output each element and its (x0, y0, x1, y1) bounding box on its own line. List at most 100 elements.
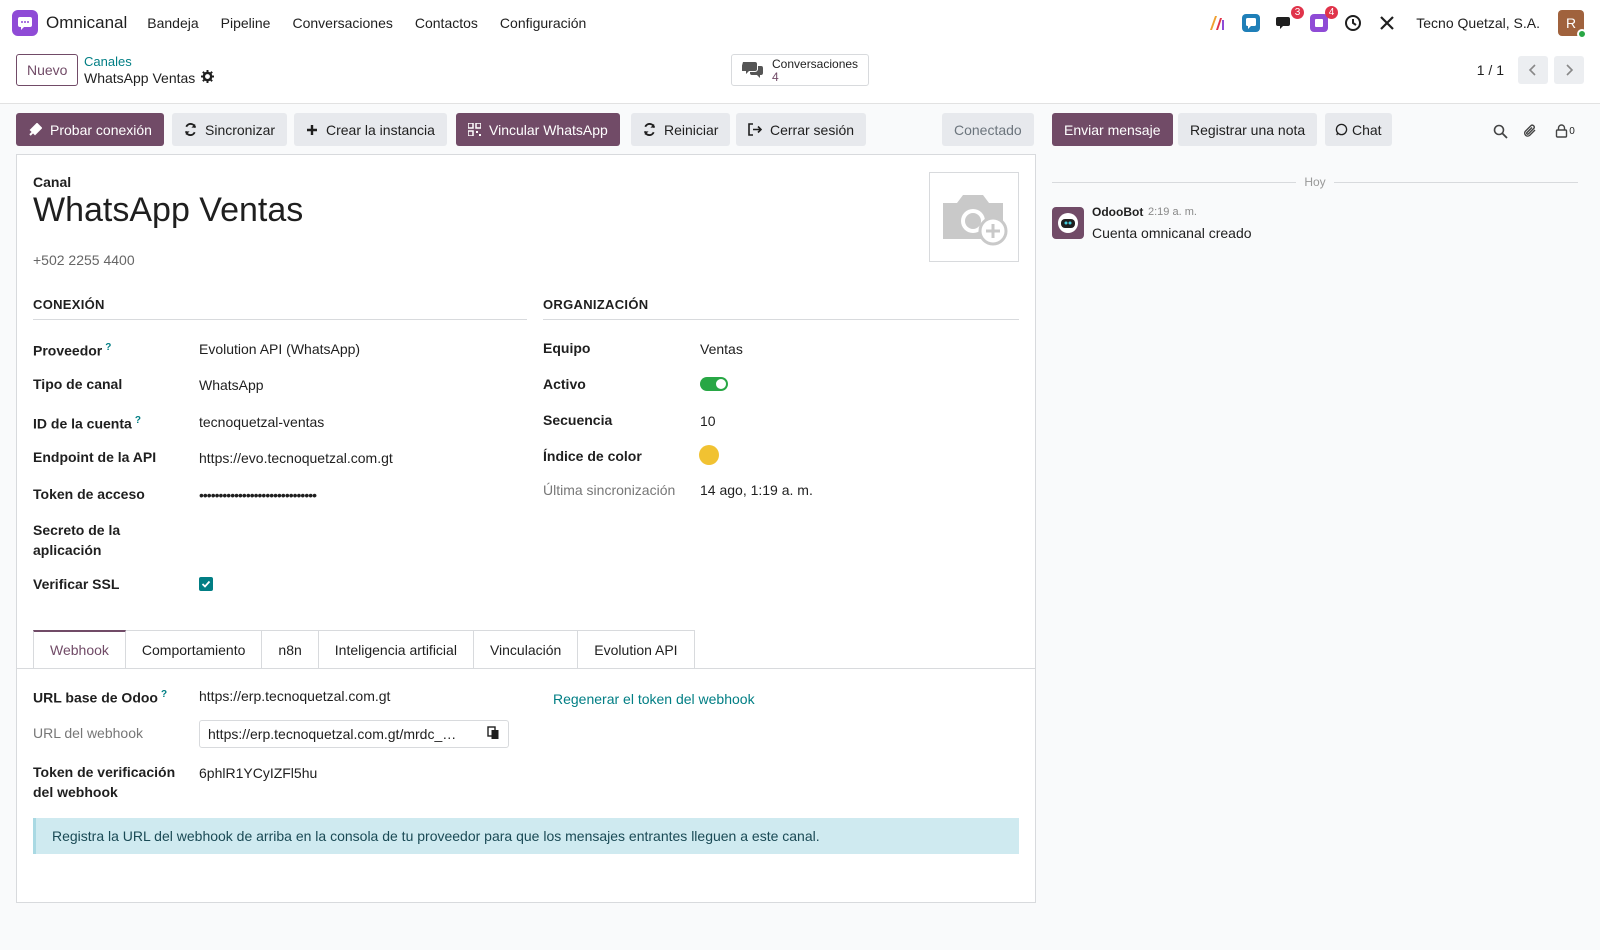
camera-plus-icon (943, 195, 1008, 246)
chevron-right-icon (1566, 64, 1574, 76)
api-endpoint-label: Endpoint de la API (33, 449, 157, 465)
image-upload[interactable] (929, 172, 1019, 262)
verify-token-label-line1: Token de verificación (33, 764, 176, 780)
team-field[interactable]: Ventas (700, 339, 743, 359)
sync-label: Sincronizar (205, 121, 276, 138)
breadcrumb-parent[interactable]: Canales (84, 54, 132, 69)
color-index-label: Índice de color (543, 448, 642, 464)
discuss-icon[interactable]: 3 (1274, 6, 1305, 34)
odoo-base-url-field[interactable]: https://erp.tecnoquetzal.com.gt (199, 686, 390, 706)
test-connection-label: Probar conexión (50, 121, 152, 138)
regenerate-token-link[interactable]: Regenerar el token del webhook (553, 691, 755, 707)
online-status-icon (1577, 29, 1587, 39)
webhook-info-alert: Registra la URL del webhook de arriba en… (33, 818, 1019, 854)
odoobot-avatar[interactable] (1052, 207, 1084, 239)
tab-evolution-api[interactable]: Evolution API (578, 630, 695, 669)
provider-label: Proveedor? (33, 342, 112, 359)
chat-button[interactable]: Chat (1325, 113, 1392, 146)
webhook-url-field[interactable]: https://erp.tecnoquetzal.com.gt/mrdc_… (199, 720, 509, 748)
user-avatar[interactable]: R (1558, 10, 1587, 39)
app-secret-field[interactable] (199, 521, 499, 541)
top-navbar: Omnicanal Bandeja Pipeline Conversacione… (0, 0, 1600, 46)
qrcode-icon (468, 123, 481, 136)
help-icon[interactable]: ? (135, 415, 141, 426)
tab-linking[interactable]: Vinculación (473, 630, 579, 669)
clock-icon[interactable] (1342, 12, 1364, 34)
verify-token-label-line2: del webhook (33, 784, 118, 800)
tools-icon[interactable] (1376, 12, 1398, 34)
help-icon[interactable]: ? (161, 689, 167, 700)
conversations-smart-button[interactable]: Conversaciones 4 (731, 54, 869, 86)
sync-button[interactable]: Sincronizar (172, 113, 288, 146)
status-connected[interactable]: Conectado (942, 113, 1034, 146)
restart-button[interactable]: Reiniciar (631, 113, 731, 146)
verify-ssl-checkbox[interactable] (199, 577, 213, 591)
ai-icon[interactable] (1206, 12, 1228, 34)
verify-token-field[interactable]: 6phlR1YCyIZFl5hu (199, 763, 317, 783)
pager-next-button[interactable] (1554, 56, 1584, 84)
channel-type-label: Tipo de canal (33, 376, 123, 392)
paperclip-icon[interactable] (1519, 120, 1541, 142)
organization-divider (543, 319, 1019, 320)
help-icon[interactable]: ? (105, 342, 111, 353)
copy-icon[interactable] (487, 725, 500, 743)
new-button[interactable]: Nuevo (16, 54, 79, 86)
pager-previous-button[interactable] (1518, 56, 1548, 84)
lock-icon (1556, 124, 1568, 138)
navbar-systray: 3 4 Tecno Quetzal, S.A. R (1206, 0, 1587, 46)
pager-value[interactable]: 1 / 1 (1477, 62, 1504, 78)
tab-n8n[interactable]: n8n (262, 630, 319, 669)
whatsapp-icon (1335, 123, 1348, 136)
sequence-field[interactable]: 10 (700, 411, 716, 431)
access-token-field[interactable]: •••••••••••••••••••••••••••••• (199, 485, 317, 505)
account-id-field[interactable]: tecnoquetzal-ventas (199, 412, 324, 432)
provider-field[interactable]: Evolution API (WhatsApp) (199, 339, 360, 359)
followers-count: 0 (1569, 125, 1575, 137)
link-whatsapp-button[interactable]: Vincular WhatsApp (456, 113, 620, 146)
menu-configuracion[interactable]: Configuración (500, 15, 586, 31)
log-note-button[interactable]: Registrar una nota (1178, 113, 1318, 146)
app-name[interactable]: Omnicanal (46, 13, 127, 33)
app-secret-label-line2: aplicación (33, 542, 102, 558)
search-icon[interactable] (1489, 120, 1511, 142)
channel-type-field[interactable]: WhatsApp (199, 375, 264, 395)
message-time: 2:19 a. m. (1148, 206, 1197, 218)
menu-pipeline[interactable]: Pipeline (221, 15, 271, 31)
smart-button-label: Conversaciones (772, 56, 859, 71)
tab-ai[interactable]: Inteligencia artificial (318, 630, 474, 669)
menu-contactos[interactable]: Contactos (415, 15, 478, 31)
logout-button[interactable]: Cerrar sesión (736, 113, 867, 146)
app-logo-icon[interactable] (12, 10, 38, 36)
comments-icon (741, 60, 764, 81)
menu-conversaciones[interactable]: Conversaciones (292, 15, 392, 31)
message-author[interactable]: OdooBot (1092, 205, 1143, 219)
separator-line (1333, 181, 1578, 183)
color-picker[interactable] (699, 445, 719, 465)
name-label: Canal (33, 174, 72, 190)
team-label: Equipo (543, 340, 591, 356)
api-endpoint-field[interactable]: https://evo.tecnoquetzal.com.gt (199, 448, 393, 468)
date-label: Hoy (1304, 175, 1326, 189)
tab-behavior[interactable]: Comportamiento (125, 630, 263, 669)
send-message-button[interactable]: Enviar mensaje (1052, 113, 1173, 146)
channel-name-field[interactable]: WhatsApp Ventas (33, 191, 303, 230)
create-instance-button[interactable]: Crear la instancia (294, 113, 447, 146)
followers-button[interactable]: 0 (1551, 120, 1579, 142)
test-connection-button[interactable]: Probar conexión (16, 113, 164, 146)
last-sync-field: 14 ago, 1:19 a. m. (700, 482, 813, 498)
livechat-icon[interactable] (1240, 12, 1262, 34)
phone-field[interactable]: +502 2255 4400 (33, 252, 135, 268)
smart-button-count: 4 (772, 69, 779, 84)
plug-icon (29, 122, 42, 136)
active-toggle[interactable] (700, 377, 728, 391)
activity-icon[interactable]: 4 (1308, 6, 1339, 34)
tab-webhook[interactable]: Webhook (33, 630, 126, 669)
logout-label: Cerrar sesión (770, 121, 855, 138)
gear-icon[interactable] (201, 70, 215, 86)
chat-label: Chat (1352, 121, 1382, 138)
menu-bandeja[interactable]: Bandeja (147, 15, 198, 31)
tabs-divider (17, 668, 1035, 669)
connection-divider (33, 319, 527, 320)
company-switcher[interactable]: Tecno Quetzal, S.A. (1416, 15, 1540, 31)
app-secret-label-line1: Secreto de la (33, 522, 121, 538)
